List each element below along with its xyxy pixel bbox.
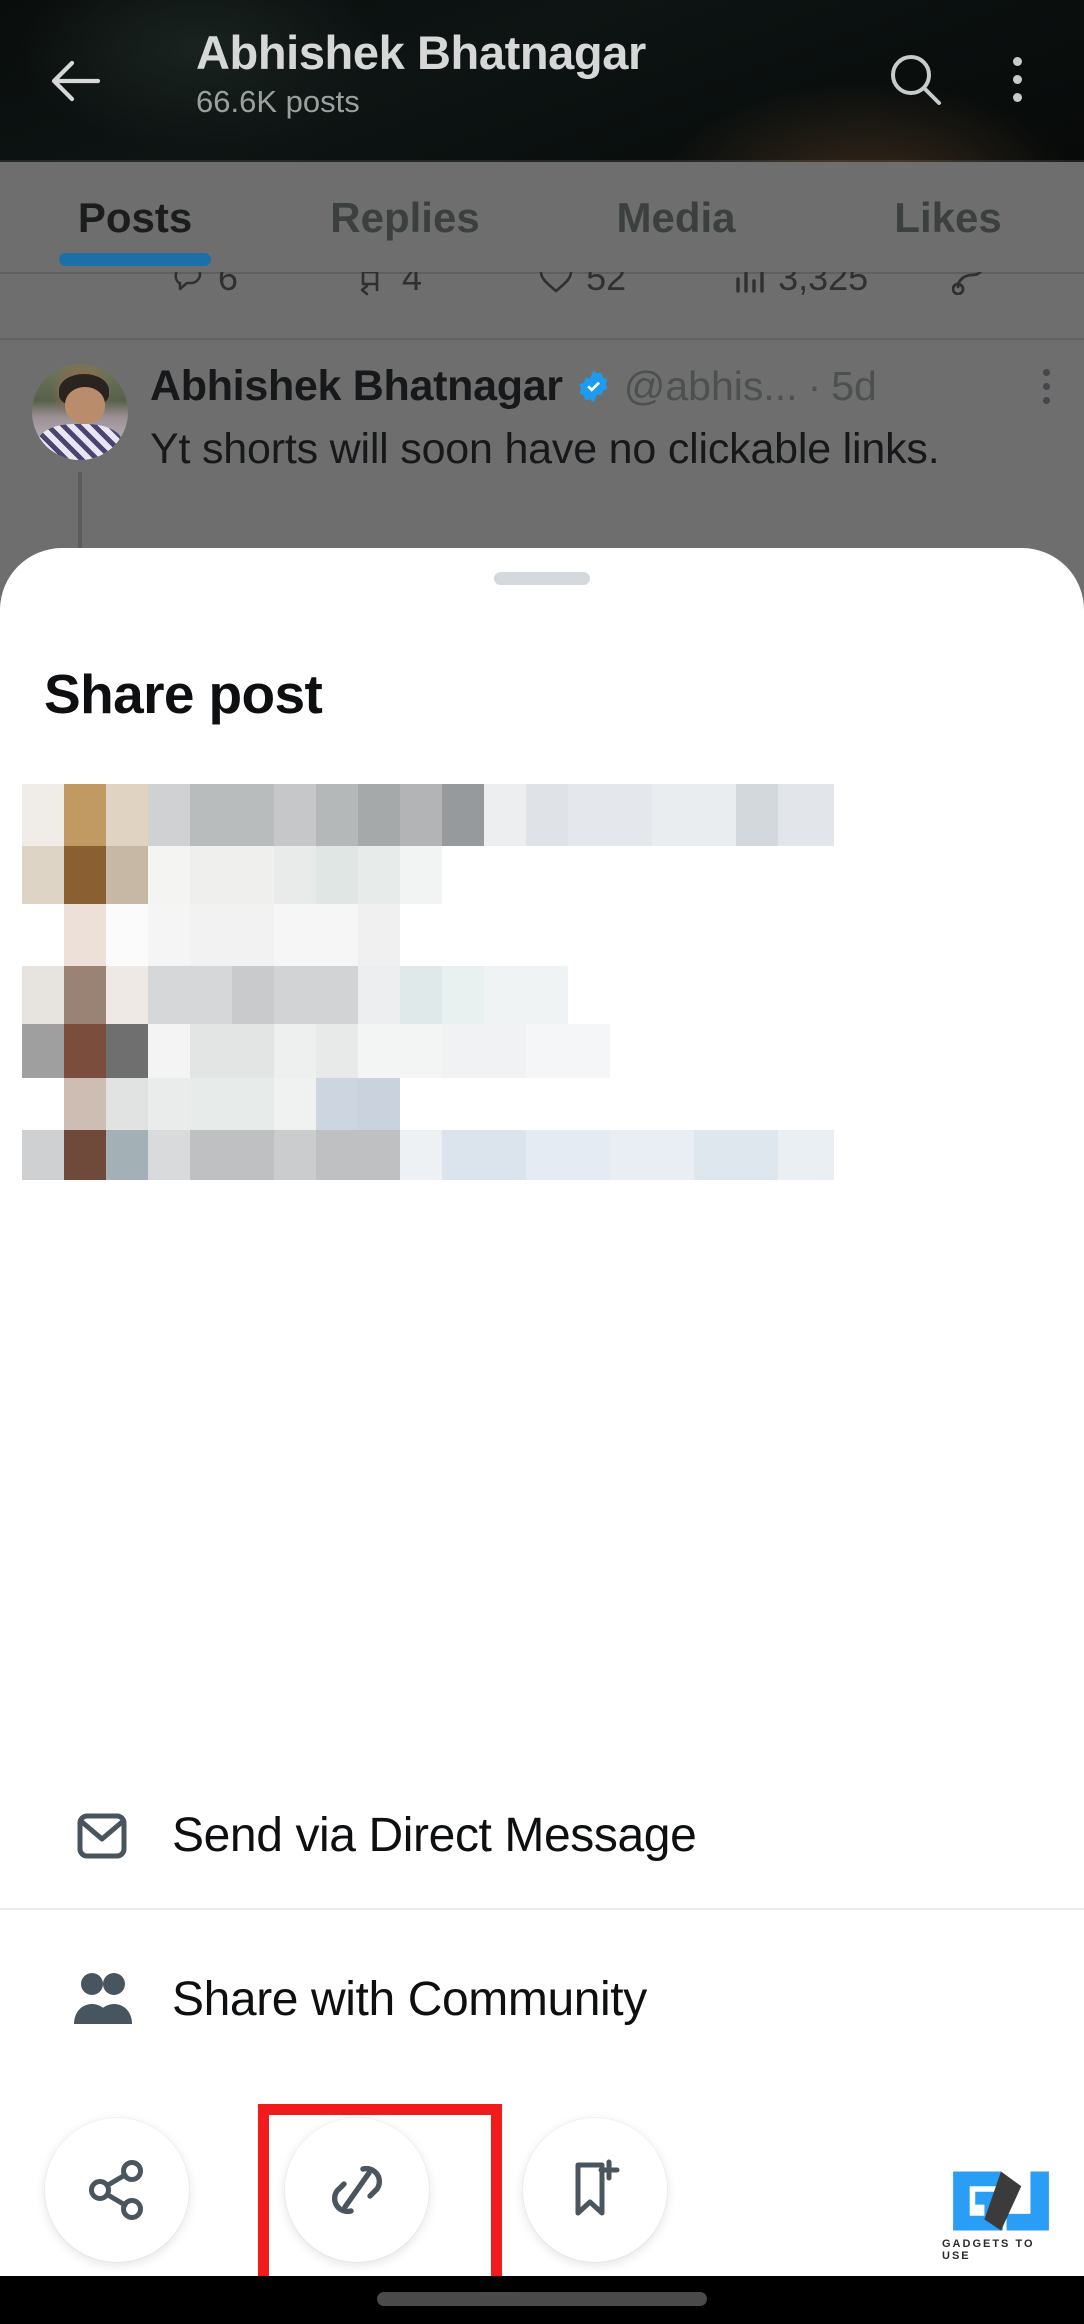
views-icon [736,272,764,293]
watermark-text: GADGETS TO USE [942,2238,1035,2262]
bookmark-circle [523,2118,667,2262]
send-direct-message-row[interactable]: Send via Direct Message [0,1760,1084,1910]
like-stat[interactable]: 52 [538,272,626,299]
views-count: 3,325 [778,272,869,298]
share-via-circle [45,2118,189,2262]
tab-posts[interactable]: Posts [0,162,270,274]
tab-label: Likes [894,194,1002,241]
search-icon [891,55,941,105]
profile-header: Abhishek Bhatnagar 66.6K posts [0,0,1084,162]
more-dot [1012,74,1022,84]
share-actions-row: Share via... Copy Link Bookmark [0,2108,1084,2276]
share-bottom-sheet: Share post Send via Direct Message Share… [0,548,1084,2276]
post-author: Abhishek Bhatnagar [150,362,563,410]
post-header: Abhishek Bhatnagar @abhis... · 5d [150,362,1064,411]
reply-count: 6 [218,272,239,298]
post-handle: @abhis... [623,363,798,409]
blurred-post-preview [22,770,952,1180]
profile-post-count: 66.6K posts [196,83,360,119]
share-via-button[interactable]: Share via... [0,2108,236,2276]
copy-link-circle [285,2118,429,2262]
post-separator: · [807,363,822,409]
header-more-button[interactable] [992,46,1042,112]
share-with-community-row[interactable]: Share with Community [0,1924,1084,2074]
send-direct-message-label: Send via Direct Message [172,1808,697,1862]
gt-logo-icon [953,2171,1049,2231]
bookmark-button[interactable]: Bookmark [476,2108,714,2276]
profile-name: Abhishek Bhatnagar [196,28,646,79]
mosaic-art [22,784,834,1180]
post-item[interactable]: Abhishek Bhatnagar @abhis... · 5d Yt sho… [0,346,1084,592]
watermark: GADGETS TO USE [942,2166,1060,2262]
tab-active-indicator [59,253,211,266]
post-more-button[interactable] [1030,360,1062,412]
copy-link-button[interactable]: Copy Link [238,2108,476,2276]
reply-stat[interactable]: 6 [170,272,238,299]
tab-label: Media [616,194,736,241]
android-navigation-bar [0,2276,1084,2324]
drag-handle[interactable] [494,572,590,585]
like-icon [539,272,573,293]
share-icon [952,272,983,295]
home-gesture-pill[interactable] [377,2292,707,2306]
more-dot [1012,56,1022,66]
tab-label: Replies [330,194,480,241]
tab-label: Posts [77,194,193,241]
avatar-art [64,387,105,424]
bookmark-plus-icon [575,2159,620,2216]
verified-badge-icon [576,369,611,404]
share-nodes-icon [89,2160,143,2220]
profile-tabbar: Posts Replies Media Likes [0,162,1084,274]
post-text: Yt shorts will soon have no clickable li… [150,425,940,473]
post-timestamp: 5d [831,363,877,409]
views-stat[interactable]: 3,325 [734,272,868,299]
link-icon [331,2165,383,2215]
arrow-left-icon [51,60,100,102]
retweet-stat[interactable]: 4 [354,272,422,299]
reply-icon [174,272,202,291]
more-dot [1012,92,1022,102]
people-icon [64,1968,140,2030]
more-dot [1042,382,1050,390]
tab-media[interactable]: Media [540,162,812,274]
tab-likes[interactable]: Likes [812,162,1084,274]
sheet-divider [0,1908,1084,1910]
sheet-title: Share post [44,663,323,725]
search-button[interactable] [884,48,946,110]
post-engagement-row: 6 4 52 3,325 [0,272,1084,320]
tab-replies[interactable]: Replies [270,162,540,274]
retweet-count: 4 [402,272,423,298]
back-button[interactable] [46,52,104,110]
share-stat[interactable] [952,272,990,295]
more-dot [1042,368,1050,376]
avatar[interactable] [32,364,128,460]
avatar-art [37,423,123,460]
more-dot [1042,396,1050,404]
profile-title-block: Abhishek Bhatnagar 66.6K posts [196,28,756,119]
share-with-community-label: Share with Community [172,1972,647,2026]
like-count: 52 [586,272,627,298]
retweet-icon [360,272,379,296]
envelope-icon [64,1802,140,1868]
engagement-divider [0,338,1084,340]
